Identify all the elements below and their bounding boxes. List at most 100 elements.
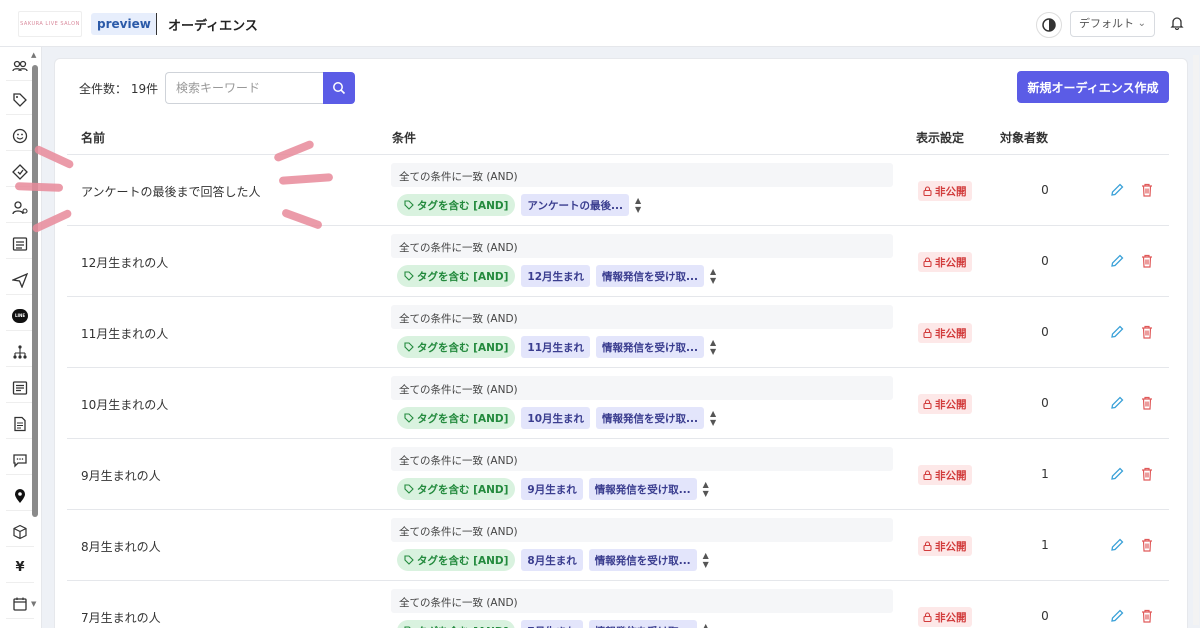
edit-icon[interactable]: [1109, 537, 1125, 553]
page-scrollbar[interactable]: [1193, 55, 1199, 625]
search-button[interactable]: [323, 72, 355, 104]
brand-logo[interactable]: SAKURA LIVE SALON: [18, 11, 82, 37]
contrast-icon: [1042, 18, 1056, 32]
sidebar-item-tags[interactable]: [6, 85, 34, 115]
target-count: 1: [1041, 538, 1049, 552]
delete-icon[interactable]: [1139, 395, 1155, 411]
page-title: オーディエンス: [168, 19, 258, 34]
sidebar-scroll-down[interactable]: ▼: [31, 600, 36, 608]
target-count: 0: [1041, 325, 1049, 339]
tag-value-chip: 情報発信を受け取...: [588, 620, 697, 628]
column-header-name[interactable]: 名前: [81, 129, 105, 146]
expand-toggle-icon[interactable]: ▲▼: [635, 196, 641, 214]
header-divider: [156, 13, 157, 35]
document-icon: [14, 416, 26, 431]
sidebar-item-line[interactable]: LINE: [6, 301, 34, 331]
audience-name[interactable]: 12月生まれの人: [81, 254, 168, 271]
audience-name[interactable]: 8月生まれの人: [81, 538, 161, 555]
sidebar-scroll-up[interactable]: ▲: [31, 51, 36, 59]
edit-icon[interactable]: [1109, 395, 1125, 411]
audience-name[interactable]: 9月生まれの人: [81, 467, 161, 484]
tag-value-chip: 9月生まれ: [521, 478, 583, 500]
sidebar-item-flow[interactable]: [6, 337, 34, 367]
delete-icon[interactable]: [1139, 537, 1155, 553]
sidebar-item-send[interactable]: [6, 265, 34, 295]
sidebar-item-friends[interactable]: [6, 121, 34, 151]
sidebar-scrollbar-thumb[interactable]: [32, 65, 38, 517]
view-select[interactable]: デフォルト ⌄: [1070, 11, 1155, 37]
notification-bell-icon[interactable]: [1168, 14, 1186, 32]
status-badge: 非公開: [918, 252, 972, 272]
delete-icon[interactable]: [1139, 608, 1155, 624]
sidebar-item-calendar[interactable]: [6, 589, 34, 619]
audience-name[interactable]: 7月生まれの人: [81, 609, 161, 626]
table-row[interactable]: 10月生まれの人 全ての条件に一致 (AND) タグを含む [AND] 10月生まれ情…: [67, 368, 1169, 439]
top-header: SAKURA LIVE SALON preview オーディエンス デフォルト …: [0, 0, 1200, 47]
audience-list-card: 全件数： 19件 新規オーディエンス作成 名前 条件 表示設定 対象者数 アンケ…: [14, 58, 1188, 628]
tag-value-chip: 8月生まれ: [521, 549, 583, 571]
create-audience-button[interactable]: 新規オーディエンス作成: [1017, 71, 1169, 103]
tag-icon: [404, 555, 414, 565]
expand-toggle-icon[interactable]: ▲▼: [703, 622, 709, 628]
line-icon: LINE: [12, 308, 28, 323]
tag-icon: [404, 271, 414, 281]
expand-toggle-icon[interactable]: ▲▼: [710, 338, 716, 356]
lock-icon: [923, 541, 932, 551]
condition-chips: タグを含む [AND] 9月生まれ 情報発信を受け取... ▲ ▼: [397, 478, 709, 500]
sidebar-item-chat[interactable]: [6, 445, 34, 475]
lock-icon: [923, 186, 932, 196]
edit-icon[interactable]: [1109, 324, 1125, 340]
sidebar-item-payments[interactable]: ¥: [6, 553, 34, 583]
search-input[interactable]: [165, 72, 325, 104]
sidebar-item-documents[interactable]: [6, 409, 34, 439]
tag-value-chip: 情報発信を受け取...: [588, 549, 697, 571]
edit-icon[interactable]: [1109, 608, 1125, 624]
edit-icon[interactable]: [1109, 182, 1125, 198]
tag-chip-label: タグを含む [AND]: [417, 624, 508, 628]
status-label: 非公開: [935, 469, 967, 482]
audience-name[interactable]: アンケートの最後まで回答した人: [81, 183, 261, 200]
sidebar-item-location[interactable]: [6, 481, 34, 511]
sidebar-item-list[interactable]: [6, 229, 34, 259]
table-row[interactable]: 7月生まれの人 全ての条件に一致 (AND) タグを含む [AND] 7月生まれ情報発…: [67, 581, 1169, 628]
expand-toggle-icon[interactable]: ▲▼: [703, 480, 709, 498]
sidebar-item-products[interactable]: [6, 517, 34, 547]
tag-value-chip: 12月生まれ: [521, 265, 591, 287]
tag-condition-chip: タグを含む [AND]: [397, 265, 516, 287]
target-count: 0: [1041, 609, 1049, 623]
audience-name[interactable]: 10月生まれの人: [81, 396, 168, 413]
delete-icon[interactable]: [1139, 466, 1155, 482]
theme-toggle-button[interactable]: [1036, 12, 1062, 38]
sidebar-item-users[interactable]: [6, 51, 34, 81]
status-label: 非公開: [935, 327, 967, 340]
logo-text: SAKURA LIVE SALON: [20, 21, 80, 27]
delete-icon[interactable]: [1139, 324, 1155, 340]
delete-icon[interactable]: [1139, 182, 1155, 198]
status-badge: 非公開: [918, 181, 972, 201]
audience-name[interactable]: 11月生まれの人: [81, 325, 168, 342]
status-label: 非公開: [935, 611, 967, 624]
table-row[interactable]: 9月生まれの人 全ての条件に一致 (AND) タグを含む [AND] 9月生まれ 情報発…: [67, 439, 1169, 510]
expand-toggle-icon[interactable]: ▲▼: [710, 409, 716, 427]
sitemap-icon: [13, 344, 27, 359]
expand-toggle-icon[interactable]: ▲▼: [703, 551, 709, 569]
expand-toggle-icon[interactable]: ▲▼: [710, 267, 716, 285]
sidebar-item-forms[interactable]: [6, 373, 34, 403]
condition-title: 全ての条件に一致 (AND): [399, 171, 518, 183]
target-count: 0: [1041, 254, 1049, 268]
tag-value-chip: 情報発信を受け取...: [588, 478, 697, 500]
table-row[interactable]: 8月生まれの人 全ての条件に一致 (AND) タグを含む [AND] 8月生まれ 情報発…: [67, 510, 1169, 581]
tag-condition-chip: タグを含む [AND]: [397, 407, 516, 429]
tag-icon: [404, 484, 414, 494]
table-row[interactable]: 11月生まれの人 全ての条件に一致 (AND) タグを含む [AND] 11月生まれ情…: [67, 297, 1169, 368]
status-badge: 非公開: [918, 323, 972, 343]
edit-icon[interactable]: [1109, 466, 1125, 482]
delete-icon[interactable]: [1139, 253, 1155, 269]
status-badge: 非公開: [918, 465, 972, 485]
condition-title: 全ての条件に一致 (AND): [399, 313, 518, 325]
edit-icon[interactable]: [1109, 253, 1125, 269]
table-row[interactable]: 12月生まれの人 全ての条件に一致 (AND) タグを含む [AND] 12月生まれ情…: [67, 226, 1169, 297]
column-header-count[interactable]: 対象者数: [1000, 129, 1048, 146]
sidebar-item-user-settings[interactable]: [6, 193, 34, 223]
table-row[interactable]: アンケートの最後まで回答した人 全ての条件に一致 (AND) タグを含む [AND]…: [67, 155, 1169, 226]
